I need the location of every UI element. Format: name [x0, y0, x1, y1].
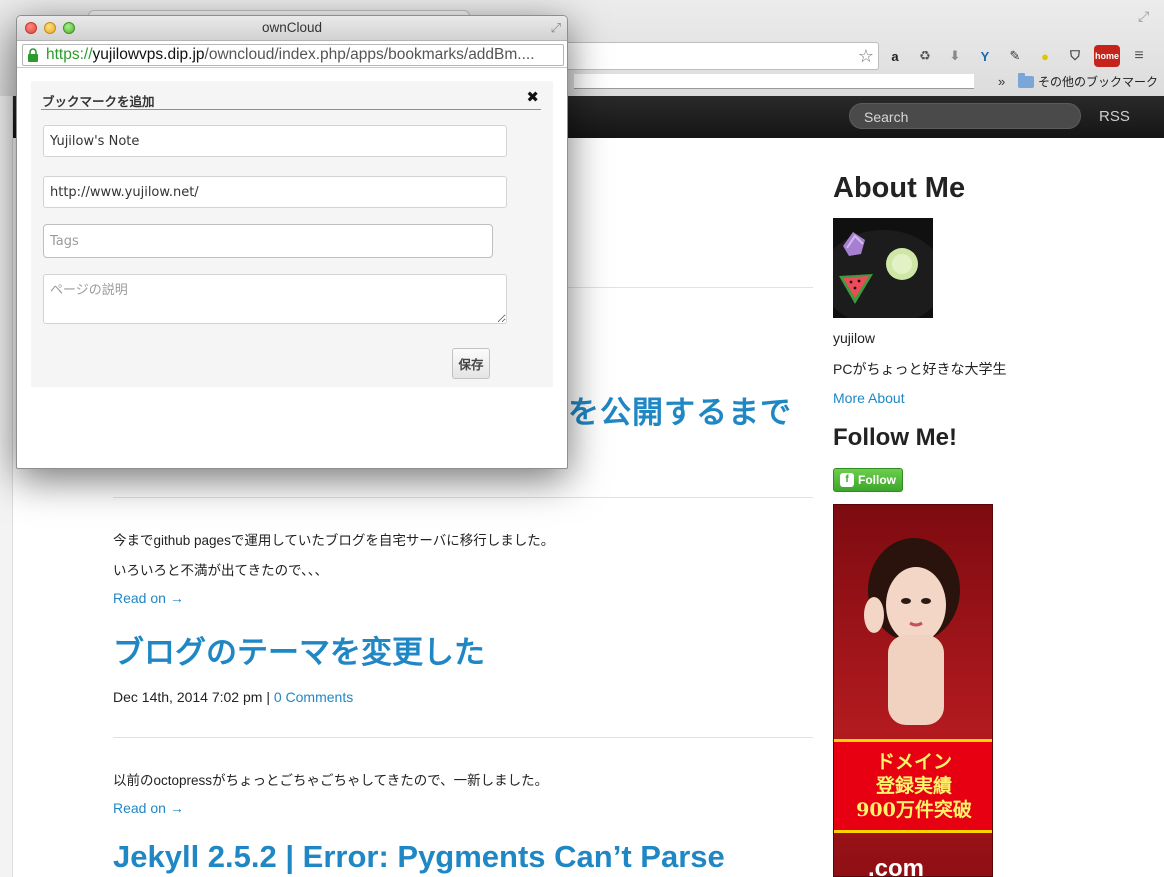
url-protocol: https://	[46, 46, 93, 63]
ad-line: ドメイン	[875, 751, 952, 773]
about-heading: About Me	[833, 172, 966, 204]
post-title[interactable]: を公開するまで	[568, 387, 792, 432]
ad-domain-suffix: .com	[868, 855, 925, 877]
bookmarks-strip	[574, 74, 974, 89]
bookmark-star-icon[interactable]: ☆	[858, 45, 874, 67]
evernote-icon[interactable]: ✎	[1004, 45, 1026, 67]
owncloud-popup-window: ownCloud ⤢ https://yujilowvps.dip.jp/own…	[16, 15, 568, 469]
folder-icon	[1018, 72, 1034, 88]
address-bar[interactable]: ☆	[564, 42, 879, 70]
advertisement-banner[interactable]: ドメイン 登録実績 900万件突破 .com	[833, 504, 993, 877]
site-search-input[interactable]: Search	[849, 103, 1081, 129]
ad-portrait-image	[864, 538, 960, 725]
bookmarks-overflow-chevron[interactable]: »	[998, 74, 1005, 89]
amazon-icon[interactable]: a	[884, 45, 906, 67]
meta-separator: |	[266, 689, 270, 705]
tags-input[interactable]	[43, 224, 493, 258]
dialog-title: ブックマークを追加	[42, 95, 155, 109]
url-path: /owncloud/index.php/apps/bookmarks/addBm…	[204, 46, 535, 63]
feedly-icon: f	[840, 473, 854, 487]
yammer-icon[interactable]: Y	[974, 45, 996, 67]
lock-icon	[28, 48, 38, 62]
bulb-icon[interactable]: ●	[1034, 45, 1056, 67]
follow-button-label: Follow	[858, 473, 896, 487]
comments-link[interactable]: 0 Comments	[274, 689, 353, 705]
popup-window-title: ownCloud	[261, 20, 323, 35]
post-meta: Dec 14th, 2014 7:02 pm | 0 Comments	[113, 689, 353, 705]
download-icon[interactable]: ⬇	[944, 45, 966, 67]
recycle-icon[interactable]: ♻	[914, 45, 936, 67]
pocket-icon[interactable]: ⛉	[1064, 45, 1086, 67]
avatar-image	[833, 230, 933, 318]
ad-text-band: ドメイン 登録実績 900万件突破	[834, 739, 992, 833]
home-icon[interactable]: home	[1094, 45, 1120, 67]
bio: PCがちょっと好きな大学生	[833, 361, 1007, 377]
post-date: Dec 14th, 2014 7:02 pm	[113, 689, 263, 705]
add-bookmark-dialog: ブックマークを追加 ✖ 保存	[31, 81, 553, 387]
post-excerpt: いろいろと不満が出てきたので、、、	[113, 563, 329, 578]
post-title[interactable]: ブログのテーマを変更した	[113, 627, 485, 672]
menu-icon[interactable]: ≡	[1128, 45, 1150, 67]
url-host: yujilowvps.dip.jp	[92, 46, 205, 63]
rss-link[interactable]: RSS	[1099, 108, 1130, 125]
bookmark-title-input[interactable]	[43, 125, 507, 157]
other-bookmarks-folder[interactable]: その他のブックマーク	[1018, 72, 1159, 90]
bookmark-url-input[interactable]	[43, 176, 507, 208]
fullscreen-icon[interactable]: ⤢	[551, 20, 561, 36]
window-edge	[0, 96, 13, 877]
follow-heading: Follow Me!	[833, 424, 957, 451]
close-icon[interactable]: ✖	[526, 88, 539, 106]
popup-url-bar: https://yujilowvps.dip.jp/owncloud/index…	[17, 41, 567, 68]
ad-line: 登録実績	[875, 775, 952, 797]
more-about-link[interactable]: More About	[833, 390, 905, 406]
other-bookmarks-label: その他のブックマーク	[1038, 75, 1159, 89]
post-excerpt: 以前のoctopressがちょっとごちゃごちゃしてきたので、一新しました。	[113, 773, 549, 788]
description-textarea[interactable]	[43, 274, 507, 324]
ad-line: 900万件突破	[856, 799, 972, 821]
extension-toolbar: a ♻ ⬇ Y ✎ ● ⛉ home ≡	[884, 42, 1150, 70]
popup-titlebar[interactable]: ownCloud ⤢	[17, 16, 567, 41]
popup-url-text: https://yujilowvps.dip.jp/owncloud/index…	[46, 45, 535, 65]
save-button[interactable]: 保存	[452, 348, 490, 379]
fullscreen-icon[interactable]: ⤢	[1138, 8, 1154, 24]
post-title[interactable]: Jekyll 2.5.2 | Error: Pygments Can’t Par…	[113, 839, 725, 875]
follow-button[interactable]: f Follow	[833, 468, 903, 492]
post-excerpt: 今までgithub pagesで運用していたブログを自宅サーバに移行しました。	[113, 533, 555, 548]
popup-address-field[interactable]: https://yujilowvps.dip.jp/owncloud/index…	[22, 44, 564, 66]
username: yujilow	[833, 330, 876, 346]
post-divider	[113, 737, 813, 738]
dialog-header: ブックマークを追加 ✖	[41, 89, 541, 110]
read-on-link[interactable]: Read on →	[113, 800, 184, 816]
avatar	[833, 218, 933, 318]
bookmarks-bar: » その他のブックマーク	[566, 72, 1164, 94]
read-on-link[interactable]: Read on →	[113, 590, 184, 606]
post-divider	[113, 497, 813, 498]
